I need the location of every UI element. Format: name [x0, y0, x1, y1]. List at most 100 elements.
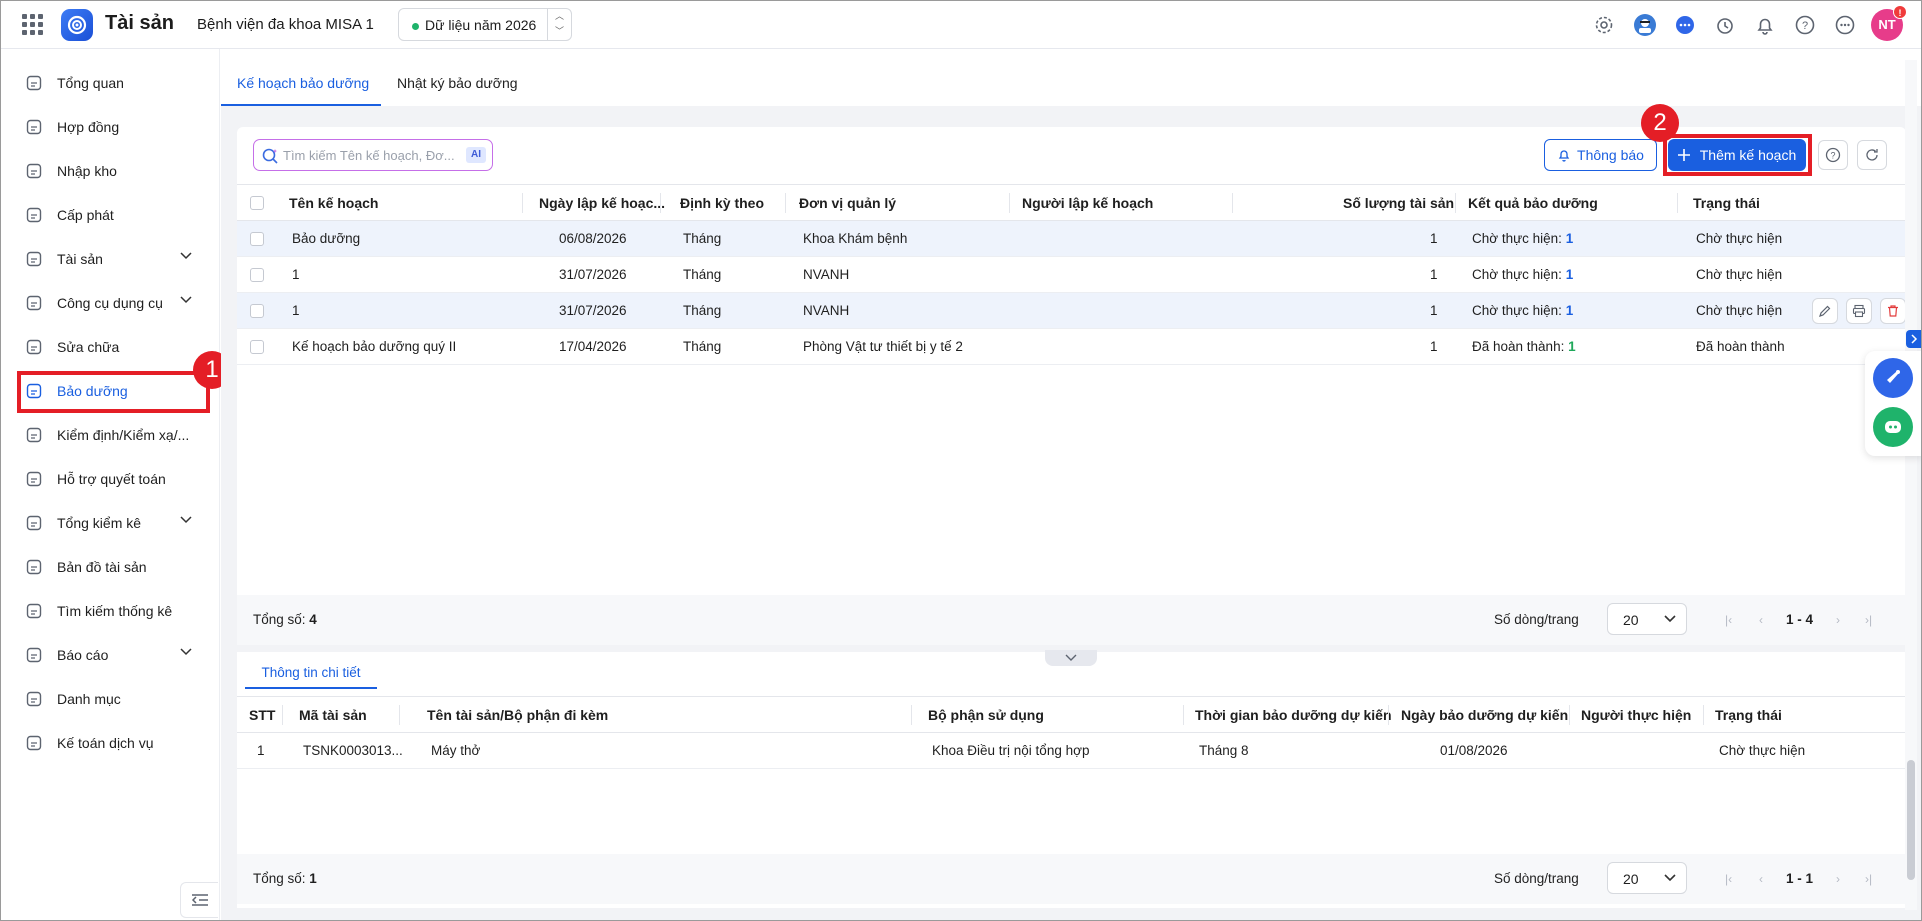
col-creator[interactable]: Người lập kế hoạch: [1022, 195, 1153, 211]
chevron-down-icon[interactable]: [180, 648, 192, 656]
active-tab-indicator: [221, 104, 381, 106]
table-row[interactable]: 1 31/07/2026 Tháng NVANH 1 Chờ thực hiện…: [237, 257, 1906, 293]
help-button[interactable]: ?: [1818, 140, 1848, 170]
col-detail-status[interactable]: Trạng thái: [1715, 707, 1782, 723]
pencil-icon: [1819, 305, 1831, 317]
sidebar-item-map[interactable]: Bản đồ tài sản: [24, 547, 204, 587]
prev-page-icon[interactable]: ‹: [1759, 872, 1763, 886]
row-checkbox[interactable]: [250, 268, 264, 282]
chat-icon[interactable]: [1674, 14, 1696, 36]
plan-period: Tháng: [683, 303, 722, 318]
app-logo: [61, 9, 93, 41]
scrollbar-thumb[interactable]: [1907, 760, 1915, 880]
col-stt[interactable]: STT: [249, 707, 275, 723]
table-row[interactable]: 1 31/07/2026 Tháng NVANH 1 Chờ thực hiện…: [237, 293, 1906, 329]
sidebar-item-accounting[interactable]: Kế toán dịch vụ: [24, 723, 204, 763]
last-page-icon[interactable]: ›|: [1865, 613, 1872, 627]
col-asset-code[interactable]: Mã tài sản: [299, 707, 367, 723]
feedback-fab[interactable]: [1873, 358, 1913, 398]
edit-button[interactable]: [1812, 298, 1838, 324]
tab-maintenance-plan[interactable]: Kế hoạch bảo dưỡng: [237, 75, 369, 91]
notification-bell-icon[interactable]: [1754, 14, 1776, 36]
assistant-avatar-icon[interactable]: [1633, 13, 1657, 37]
col-result[interactable]: Kết quả bảo dưỡng: [1468, 195, 1598, 211]
sidebar-item-tools[interactable]: Công cụ dụng cụ: [24, 283, 204, 323]
sidebar-item-search-doc[interactable]: Tìm kiếm thống kê: [24, 591, 204, 631]
col-period[interactable]: Định kỳ theo: [680, 195, 764, 211]
col-asset-name[interactable]: Tên tài sản/Bộ phận đi kèm: [427, 707, 608, 723]
sidebar-item-warehouse[interactable]: Nhập kho: [24, 151, 204, 191]
refresh-button[interactable]: [1857, 140, 1887, 170]
support-chat-fab[interactable]: [1873, 407, 1913, 447]
col-status[interactable]: Trạng thái: [1693, 195, 1760, 211]
ai-badge[interactable]: AI: [466, 147, 486, 163]
result-count[interactable]: 1: [1568, 339, 1576, 354]
total-label: Tổng số:: [253, 871, 306, 886]
tab-detail-info[interactable]: Thông tin chi tiết: [245, 665, 377, 687]
help-icon[interactable]: ?: [1794, 14, 1816, 36]
prev-page-icon[interactable]: ‹: [1759, 613, 1763, 627]
collapse-sidebar-button[interactable]: [180, 882, 218, 918]
page-size-select[interactable]: 20: [1607, 862, 1687, 894]
sidebar-item-distribution[interactable]: Cấp phát: [24, 195, 204, 235]
sidebar-item-document[interactable]: Hợp đồng: [24, 107, 204, 147]
result-count[interactable]: 1: [1566, 231, 1574, 246]
col-plan-name[interactable]: Tên kế hoạch: [289, 195, 378, 211]
next-page-icon[interactable]: ›: [1836, 613, 1840, 627]
col-department[interactable]: Bộ phận sử dụng: [928, 707, 1044, 723]
notify-button[interactable]: Thông báo: [1544, 139, 1657, 171]
row-checkbox[interactable]: [250, 340, 264, 354]
plan-date: 31/07/2026: [559, 303, 627, 318]
chevron-down-icon[interactable]: [180, 252, 192, 260]
chevron-up-icon[interactable]: ︿: [548, 9, 571, 24]
row-checkbox[interactable]: [250, 232, 264, 246]
year-selector[interactable]: Dữ liệu năm 2026 ︿ ﹀: [398, 8, 572, 41]
user-avatar[interactable]: NT!: [1871, 5, 1907, 41]
search-input[interactable]: Tìm kiếm Tên kế hoạch, Đơ... AI: [253, 139, 493, 171]
sidebar-item-wrench[interactable]: Sửa chữa: [24, 327, 204, 367]
col-performer[interactable]: Người thực hiện: [1581, 707, 1691, 723]
page-size-select[interactable]: 20: [1607, 603, 1687, 635]
year-stepper[interactable]: ︿ ﹀: [547, 9, 571, 40]
sidebar-item-home[interactable]: Tổng quan: [24, 63, 204, 103]
alarm-clock-icon[interactable]: [1714, 14, 1736, 36]
help-circle-icon: ?: [1825, 147, 1841, 163]
row-checkbox[interactable]: [250, 304, 264, 318]
table-row[interactable]: Kế hoạch bảo dưỡng quý II 17/04/2026 Thá…: [237, 329, 1906, 365]
sidebar-item-settlement[interactable]: Hỗ trợ quyết toán: [24, 459, 204, 499]
chevron-down-icon[interactable]: ﹀: [548, 24, 571, 39]
col-asset-qty[interactable]: Số lượng tài sản: [1343, 195, 1454, 211]
detail-row[interactable]: 1 TSNK0003013... Máy thở Khoa Điều trị n…: [237, 733, 1906, 769]
column-divider: [1388, 705, 1389, 725]
settings-gear-icon[interactable]: [1593, 14, 1615, 36]
col-expected-time[interactable]: Thời gian bảo dưỡng dự kiến: [1195, 707, 1392, 723]
table-row[interactable]: Bảo dưỡng 06/08/2026 Tháng Khoa Khám bện…: [237, 221, 1906, 257]
sidebar-item-clipboard[interactable]: Tổng kiểm kê: [24, 503, 204, 543]
col-plan-date[interactable]: Ngày lập kế hoạc...: [539, 195, 665, 211]
panel-resize-handle[interactable]: [1045, 650, 1097, 666]
more-options-icon[interactable]: [1834, 14, 1856, 36]
expand-side-panel-button[interactable]: [1906, 330, 1922, 348]
sidebar-item-label: Báo cáo: [57, 647, 109, 663]
sidebar-item-grid[interactable]: Danh mục: [24, 679, 204, 719]
delete-button[interactable]: [1880, 298, 1906, 324]
sidebar-item-assets[interactable]: Tài sản: [24, 239, 204, 279]
next-page-icon[interactable]: ›: [1836, 872, 1840, 886]
col-expected-date[interactable]: Ngày bảo dưỡng dự kiến: [1401, 707, 1568, 723]
sidebar-item-shield[interactable]: Kiểm định/Kiểm xạ/...: [24, 415, 204, 455]
first-page-icon[interactable]: |‹: [1725, 613, 1732, 627]
tab-maintenance-log[interactable]: Nhật ký bảo dưỡng: [397, 75, 518, 91]
last-page-icon[interactable]: ›|: [1865, 872, 1872, 886]
first-page-icon[interactable]: |‹: [1725, 872, 1732, 886]
col-unit[interactable]: Đơn vị quản lý: [799, 195, 896, 211]
print-button[interactable]: [1846, 298, 1872, 324]
chevron-down-icon[interactable]: [180, 296, 192, 304]
sidebar-item-report[interactable]: Báo cáo: [24, 635, 204, 675]
plan-period: Tháng: [683, 267, 722, 282]
select-all-checkbox[interactable]: [250, 196, 264, 210]
chevron-down-icon[interactable]: [180, 516, 192, 524]
vertical-scrollbar[interactable]: [1905, 60, 1917, 910]
result-count[interactable]: 1: [1566, 303, 1574, 318]
app-launcher-icon[interactable]: [22, 14, 43, 35]
result-count[interactable]: 1: [1566, 267, 1574, 282]
